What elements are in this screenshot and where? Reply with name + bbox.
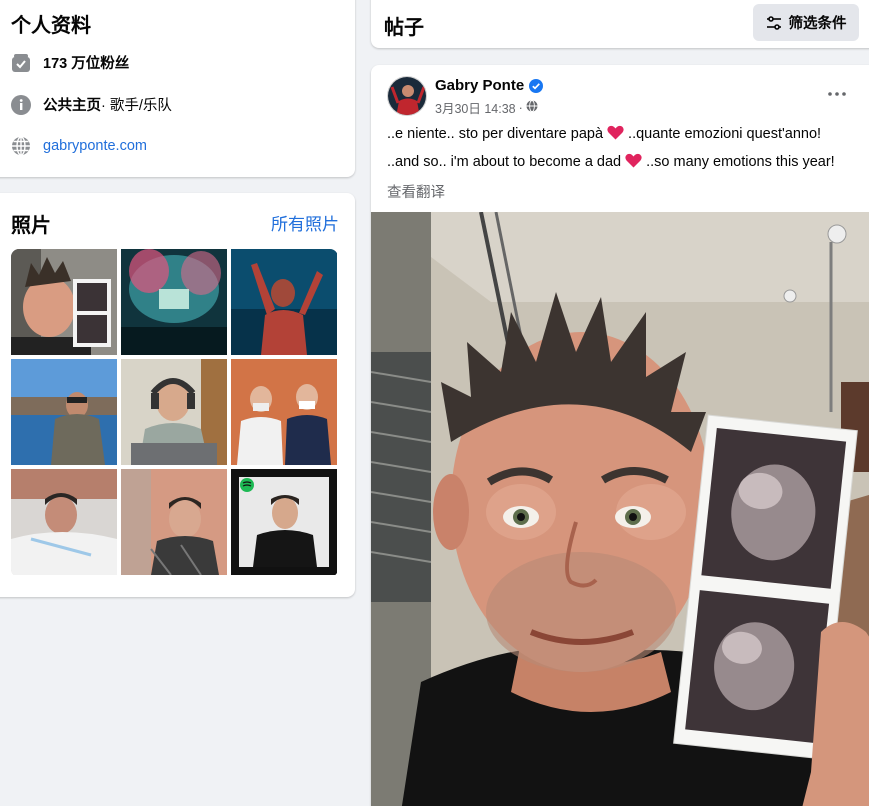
info-icon	[11, 94, 31, 115]
photo-spotify-portrait[interactable]	[231, 469, 337, 575]
post-meta: 3月30日 14:38 ·	[435, 98, 538, 117]
followers-count: 173 万位粉丝	[43, 56, 130, 72]
post-timestamp[interactable]: 3月30日 14:38	[435, 98, 516, 117]
website-row: gabryponte.com	[11, 136, 147, 156]
page-category: · 歌手/乐队	[101, 98, 172, 114]
photos-card: 照片 所有照片	[0, 193, 355, 597]
heart-icon	[625, 153, 642, 172]
photo-lakeside[interactable]	[11, 359, 117, 465]
post-photo[interactable]	[371, 212, 869, 806]
photo-hospital-selfie[interactable]	[121, 469, 227, 575]
filter-label: 筛选条件	[788, 16, 847, 32]
photo-doctors[interactable]	[231, 359, 337, 465]
photo-concert-crowd[interactable]	[121, 249, 227, 355]
intro-title: 个人资料	[11, 15, 91, 37]
post-text-1a: ..e niente.. sto per diventare papà	[387, 126, 604, 142]
see-translation-link[interactable]: 查看翻译	[387, 181, 445, 202]
heart-icon	[607, 125, 624, 144]
photo-ultrasound-selfie[interactable]	[11, 249, 117, 355]
post-text-line-1: ..e niente.. sto per diventare papà ..qua…	[387, 125, 821, 144]
public-globe-icon	[526, 100, 538, 115]
more-dots-icon	[828, 92, 846, 96]
photos-title: 照片	[11, 215, 51, 237]
posts-title: 帖子	[384, 17, 424, 39]
post-text-line-2: ..and so.. i'm about to become a dad ..so…	[387, 153, 835, 172]
photo-dj-performance[interactable]	[231, 249, 337, 355]
more-options-button[interactable]	[823, 84, 851, 104]
post-text-2a: ..and so.. i'm about to become a dad	[387, 154, 622, 170]
photo-grid	[11, 249, 338, 577]
author-name[interactable]: Gabry Ponte	[435, 77, 524, 94]
globe-icon	[11, 136, 31, 156]
verified-badge-icon	[529, 78, 544, 93]
post-text-2b: ..so many emotions this year!	[646, 154, 835, 170]
followers-row: 173 万位粉丝	[11, 52, 129, 73]
filter-button[interactable]: 筛选条件	[753, 4, 859, 41]
see-all-photos-link[interactable]: 所有照片	[271, 210, 339, 235]
photo-headphones[interactable]	[121, 359, 227, 465]
website-link[interactable]: gabryponte.com	[43, 138, 147, 154]
page-type-label[interactable]: 公共主页	[43, 94, 101, 115]
filter-sliders-icon	[766, 15, 782, 31]
avatar[interactable]	[387, 76, 427, 116]
posts-header-card: 帖子 筛选条件	[371, 0, 869, 48]
author-row: Gabry Ponte	[435, 77, 544, 94]
intro-card: 个人资料 173 万位粉丝 公共主页 · 歌手/乐队 gabryponte.co…	[0, 0, 355, 177]
post-text-1b: ..quante emozioni quest'anno!	[628, 126, 822, 142]
post-card: Gabry Ponte 3月30日 14:38 · ..e niente.. s…	[371, 65, 869, 806]
followers-icon	[11, 53, 31, 73]
meta-separator: ·	[518, 100, 523, 115]
page-type-row: 公共主页 · 歌手/乐队	[11, 94, 172, 115]
photo-hospital-bed[interactable]	[11, 469, 117, 575]
